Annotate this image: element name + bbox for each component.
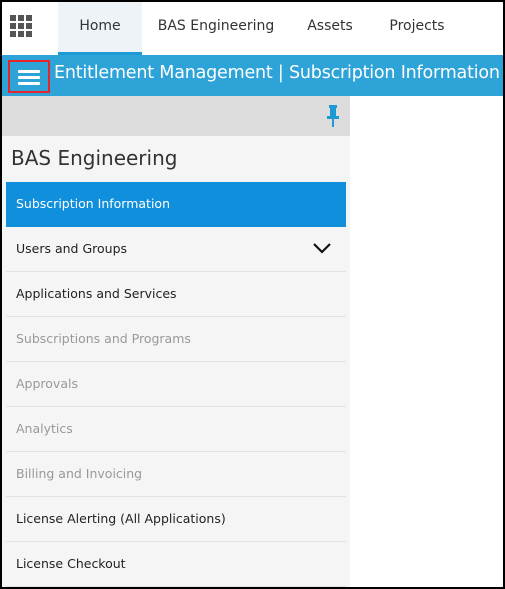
menu-item-license-alerting[interactable]: License Alerting (All Applications) bbox=[6, 497, 346, 542]
tab-assets[interactable]: Assets bbox=[296, 2, 364, 55]
tab-bas-engineering[interactable]: BAS Engineering bbox=[150, 2, 282, 55]
title-bar: Entitlement Management | Subscription In… bbox=[2, 55, 503, 96]
content-area bbox=[350, 96, 503, 587]
menu-item-analytics: Analytics bbox=[6, 407, 346, 452]
side-panel: BAS Engineering Subscription Information… bbox=[2, 96, 350, 587]
menu-item-label: Analytics bbox=[16, 421, 73, 436]
hamburger-menu-icon[interactable] bbox=[8, 60, 50, 93]
menu-item-label: License Checkout bbox=[16, 556, 126, 571]
side-menu: Subscription Information Users and Group… bbox=[6, 182, 346, 587]
tab-projects[interactable]: Projects bbox=[378, 2, 456, 55]
chevron-down-icon[interactable] bbox=[312, 241, 332, 255]
menu-item-label: License Alerting (All Applications) bbox=[16, 511, 226, 526]
app-grid-icon[interactable] bbox=[10, 15, 32, 37]
menu-item-label: Users and Groups bbox=[16, 241, 128, 256]
menu-item-subscription-information[interactable]: Subscription Information bbox=[6, 182, 346, 227]
app-window: Home BAS Engineering Assets Projects Ent… bbox=[2, 2, 503, 587]
menu-item-subscriptions-and-programs: Subscriptions and Programs bbox=[6, 317, 346, 362]
tab-home[interactable]: Home bbox=[58, 2, 142, 55]
menu-item-label: Applications and Services bbox=[16, 286, 177, 301]
menu-item-applications-and-services[interactable]: Applications and Services bbox=[6, 272, 346, 317]
page-title: Entitlement Management | Subscription In… bbox=[54, 63, 500, 83]
panel-header bbox=[2, 96, 350, 136]
menu-item-license-checkout[interactable]: License Checkout bbox=[6, 542, 346, 587]
menu-item-users-and-groups[interactable]: Users and Groups bbox=[6, 227, 346, 272]
top-nav: Home BAS Engineering Assets Projects bbox=[2, 2, 503, 55]
menu-item-billing-and-invoicing: Billing and Invoicing bbox=[6, 452, 346, 497]
panel-title: BAS Engineering bbox=[11, 146, 178, 170]
pin-icon[interactable] bbox=[326, 104, 340, 128]
menu-item-label: Billing and Invoicing bbox=[16, 466, 143, 481]
menu-item-label: Subscription Information bbox=[16, 196, 170, 211]
menu-item-label: Approvals bbox=[16, 376, 78, 391]
menu-item-label: Subscriptions and Programs bbox=[16, 331, 191, 346]
menu-item-approvals: Approvals bbox=[6, 362, 346, 407]
